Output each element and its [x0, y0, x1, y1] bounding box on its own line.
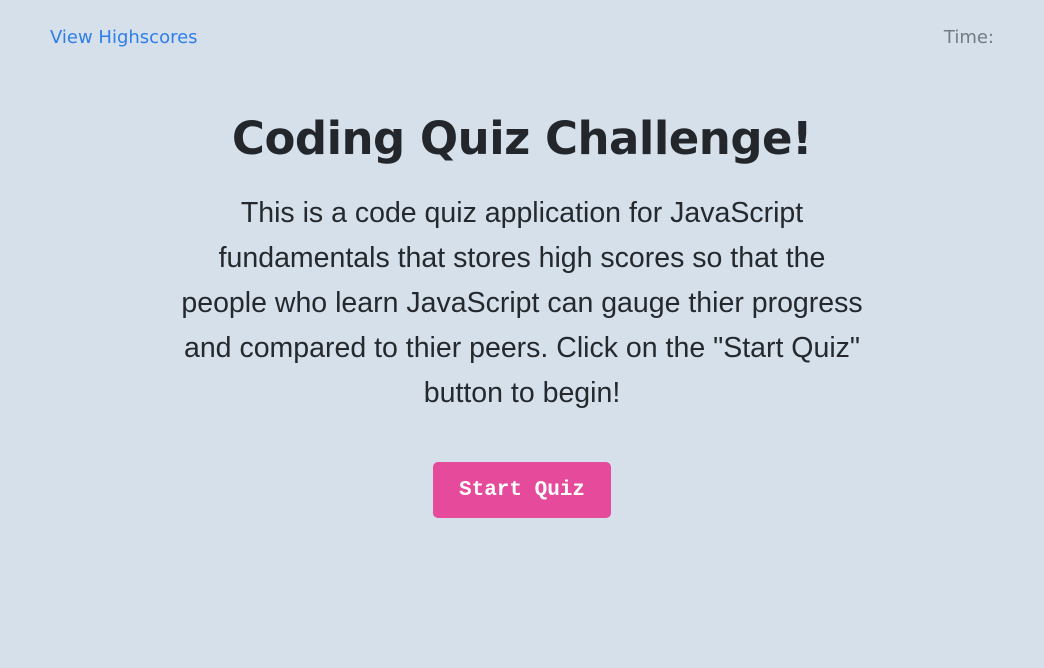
- quiz-intro-section: Coding Quiz Challenge! This is a code qu…: [0, 104, 1044, 518]
- page-title: Coding Quiz Challenge!: [231, 112, 813, 165]
- timer-label: Time:: [943, 27, 994, 48]
- timer: Time:: [944, 26, 998, 50]
- top-bar: View Highscores Time:: [0, 0, 1044, 70]
- intro-text: This is a code quiz application for Java…: [181, 197, 863, 409]
- start-quiz-button[interactable]: Start Quiz: [433, 462, 611, 518]
- view-highscores-link[interactable]: View Highscores: [50, 26, 198, 50]
